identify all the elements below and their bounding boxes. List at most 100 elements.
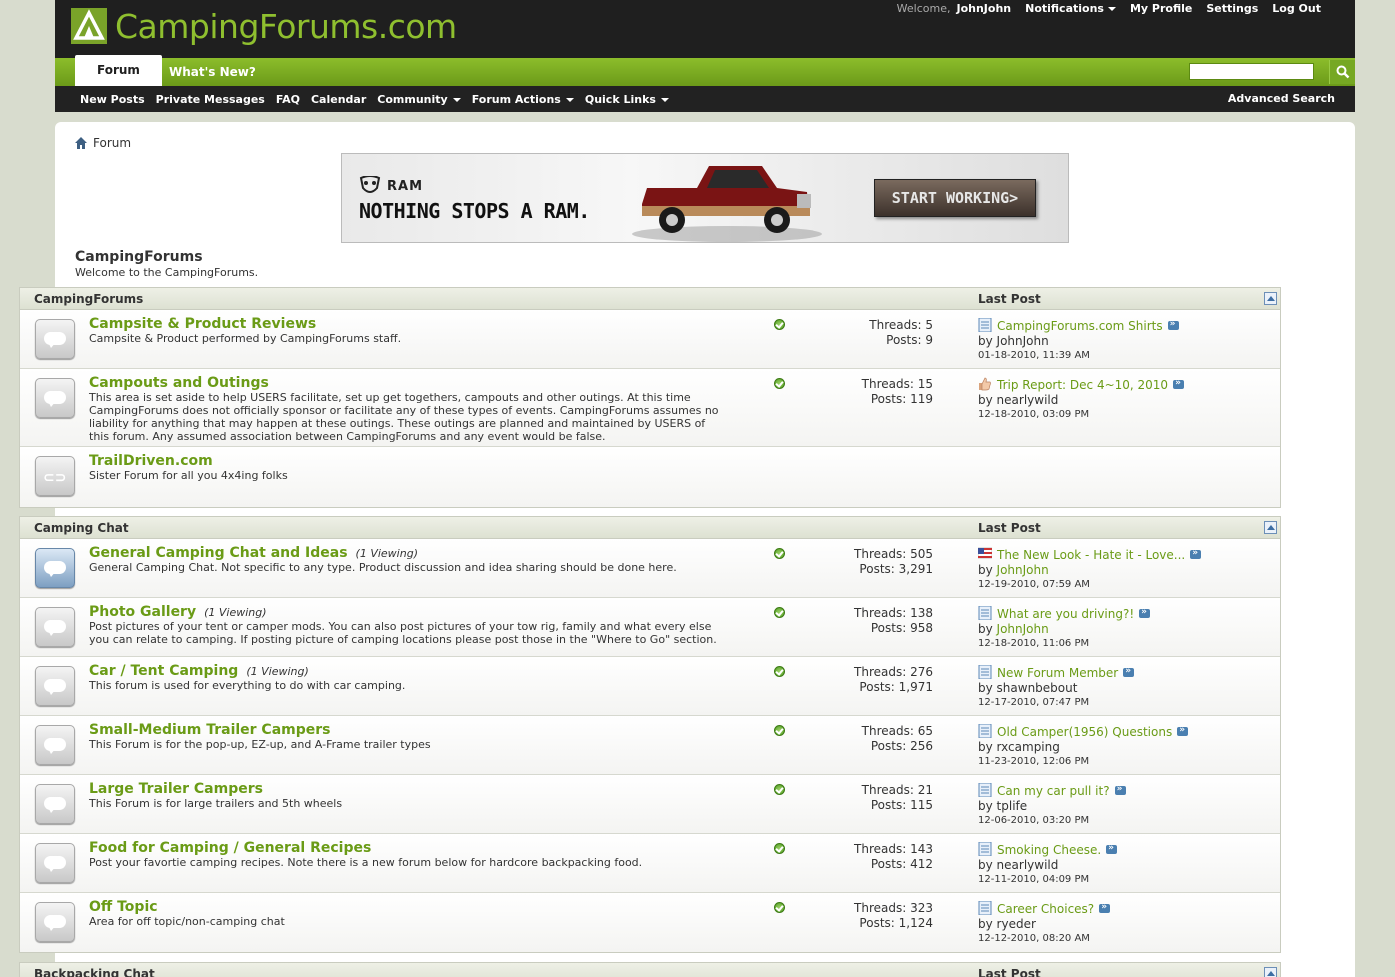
forum-read-icon: [35, 902, 75, 942]
page-title: CampingForums: [75, 249, 203, 265]
go-to-last-post-icon[interactable]: [1106, 841, 1118, 855]
thread-count: Threads: 505: [854, 547, 933, 561]
new-posts-link[interactable]: New Posts: [80, 93, 145, 106]
tab-whats-new[interactable]: What's New?: [157, 58, 268, 86]
last-post-title[interactable]: Old Camper(1956) Questions: [997, 725, 1172, 739]
doc-icon: [978, 724, 992, 738]
go-to-last-post-icon[interactable]: [1099, 900, 1111, 914]
last-post-title[interactable]: Can my car pull it?: [997, 784, 1110, 798]
forum-read-icon: [35, 843, 75, 883]
forum-title[interactable]: General Camping Chat and Ideas: [89, 545, 348, 561]
last-post-author[interactable]: ryeder: [997, 917, 1036, 931]
go-to-last-post-icon[interactable]: [1114, 782, 1126, 796]
settings-link[interactable]: Settings: [1206, 2, 1258, 15]
last-post-title[interactable]: Smoking Cheese.: [997, 843, 1101, 857]
forum-title[interactable]: Campouts and Outings: [89, 375, 269, 391]
forum-stats: Threads: 143 Posts: 412: [810, 842, 933, 872]
last-post-author[interactable]: nearlywild: [997, 858, 1059, 872]
post-count: Posts: 119: [870, 392, 933, 406]
thumbs-up-icon: [979, 377, 991, 391]
link-forum-icon: ⊂⊃: [35, 456, 75, 496]
home-icon[interactable]: [75, 137, 87, 149]
forum-title[interactable]: Car / Tent Camping: [89, 663, 238, 679]
forum-row: General Camping Chat and Ideas (1 Viewing…: [20, 539, 1280, 598]
site-logo[interactable]: CampingForums.com: [71, 6, 457, 46]
go-to-last-post-icon[interactable]: [1173, 376, 1185, 390]
last-post-author[interactable]: rxcamping: [997, 740, 1060, 754]
forum-status-icon: [774, 902, 785, 913]
category-campingforums: CampingForums Last Post Campsite & Produ…: [19, 287, 1281, 508]
forum-title[interactable]: Photo Gallery: [89, 604, 196, 620]
viewing-count: (1 Viewing): [246, 665, 309, 678]
forum-title[interactable]: Food for Camping / General Recipes: [89, 840, 371, 856]
forum-row: Food for Camping / General Recipes Post …: [20, 834, 1280, 893]
last-post: Smoking Cheese. by nearlywild 12-11-2010…: [978, 841, 1278, 887]
my-profile-link[interactable]: My Profile: [1130, 2, 1192, 15]
username-link[interactable]: JohnJohn: [956, 2, 1011, 15]
forum-title[interactable]: Large Trailer Campers: [89, 781, 263, 797]
private-messages-link[interactable]: Private Messages: [156, 93, 265, 106]
last-post-title[interactable]: What are you driving?!: [997, 607, 1134, 621]
category-header: CampingForums Last Post: [20, 288, 1280, 310]
forum-stats: Threads: 65 Posts: 256: [810, 724, 933, 754]
forum-description: Post your favortie camping recipes. Note…: [89, 856, 643, 869]
log-out-link[interactable]: Log Out: [1272, 2, 1321, 15]
last-post-title[interactable]: The New Look - Hate it - Love...: [997, 548, 1185, 562]
doc-icon: [978, 318, 992, 332]
last-post-author[interactable]: nearlywild: [997, 393, 1059, 407]
post-count: Posts: 256: [870, 739, 933, 753]
go-to-last-post-icon[interactable]: [1177, 723, 1189, 737]
search-input[interactable]: [1189, 63, 1314, 80]
faq-link[interactable]: FAQ: [276, 93, 300, 106]
search-button[interactable]: [1329, 60, 1355, 84]
forum-title[interactable]: Off Topic: [89, 899, 158, 915]
go-to-last-post-icon[interactable]: [1167, 317, 1179, 331]
last-post-author[interactable]: JohnJohn: [997, 334, 1049, 348]
category-camping-chat: Camping Chat Last Post General Camping C…: [19, 516, 1281, 953]
forum-row: Car / Tent Camping (1 Viewing) This forum…: [20, 657, 1280, 716]
by-label: by: [978, 858, 993, 872]
by-label: by: [978, 681, 993, 695]
forum-row: Campsite & Product Reviews Campsite & Pr…: [20, 310, 1280, 369]
forum-title[interactable]: TrailDriven.com: [89, 453, 213, 469]
ad-cta-button[interactable]: START WORKING>: [874, 179, 1036, 217]
collapse-icon[interactable]: [1264, 292, 1277, 305]
quick-links-menu[interactable]: Quick Links: [585, 93, 669, 106]
forum-actions-menu[interactable]: Forum Actions: [472, 93, 574, 106]
forum-status-icon: [774, 725, 785, 736]
go-to-last-post-icon[interactable]: [1139, 605, 1151, 619]
notifications-menu[interactable]: Notifications: [1025, 2, 1116, 15]
post-count: Posts: 3,291: [859, 562, 933, 576]
forum-title[interactable]: Small-Medium Trailer Campers: [89, 722, 331, 738]
forum-description: Sister Forum for all you 4x4ing folks: [89, 469, 288, 482]
last-post-title[interactable]: Career Choices?: [997, 902, 1094, 916]
forum-title[interactable]: Campsite & Product Reviews: [89, 316, 316, 332]
go-to-last-post-icon[interactable]: [1190, 546, 1202, 560]
last-post-author[interactable]: JohnJohn: [997, 622, 1049, 636]
page-subtitle: Welcome to the CampingForums.: [75, 266, 259, 279]
chevron-down-icon: [1107, 7, 1116, 11]
last-post-date: 12-18-2010, 03:09 PM: [978, 409, 1090, 420]
last-post-title[interactable]: New Forum Member: [997, 666, 1118, 680]
forum-read-icon: [35, 725, 75, 765]
calendar-link[interactable]: Calendar: [311, 93, 366, 106]
last-post-date: 12-11-2010, 04:09 PM: [978, 874, 1090, 885]
go-to-last-post-icon[interactable]: [1123, 664, 1135, 678]
community-menu[interactable]: Community: [377, 93, 461, 106]
collapse-icon[interactable]: [1264, 521, 1277, 534]
last-post-date: 12-12-2010, 08:20 AM: [978, 933, 1090, 944]
last-post-title[interactable]: Trip Report: Dec 4~10, 2010: [997, 378, 1168, 392]
tab-forum[interactable]: Forum: [75, 55, 162, 86]
last-post-author[interactable]: shawnbebout: [997, 681, 1078, 695]
last-post-author[interactable]: tplife: [997, 799, 1028, 813]
ad-banner[interactable]: RAM NOTHING STOPS A RAM. START WORKING>: [341, 153, 1069, 243]
last-post-title[interactable]: CampingForums.com Shirts: [997, 319, 1163, 333]
post-count: Posts: 1,124: [859, 916, 933, 930]
advanced-search-link[interactable]: Advanced Search: [1228, 86, 1335, 112]
last-post-author[interactable]: JohnJohn: [997, 563, 1049, 577]
collapse-icon[interactable]: [1264, 967, 1277, 977]
thread-count: Threads: 143: [854, 842, 933, 856]
forum-row: Off Topic Area for off topic/non-camping…: [20, 893, 1280, 952]
forum-description: Post pictures of your tent or camper mod…: [89, 620, 717, 646]
user-links: Welcome, JohnJohn Notifications My Profi…: [897, 2, 1321, 15]
